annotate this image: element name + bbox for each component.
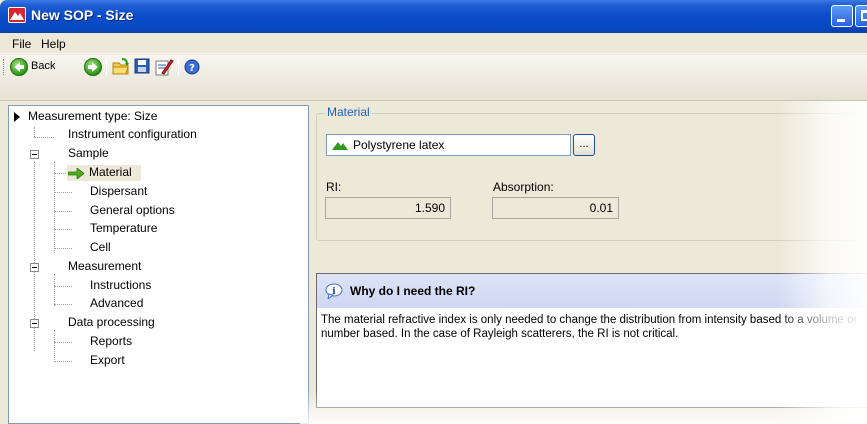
tree-root-label: Measurement type: Size — [28, 109, 158, 123]
material-icon — [332, 142, 348, 150]
menu-bar: File Help — [0, 33, 867, 54]
tree-item-label: Export — [90, 353, 125, 367]
help-header: i Why do I need the RI? — [317, 274, 867, 308]
current-arrow-icon — [68, 168, 84, 179]
forward-button[interactable] — [83, 57, 103, 77]
help-text: The material refractive index is only ne… — [321, 314, 858, 340]
tree-item-label: Instrument configuration — [68, 127, 197, 141]
menu-help[interactable]: Help — [41, 37, 66, 51]
absorption-field: 0.01 — [492, 197, 619, 219]
tree-item-material[interactable]: Material — [9, 164, 299, 182]
tree-item-advanced[interactable]: Advanced — [9, 295, 299, 313]
maximize-button[interactable] — [855, 5, 867, 27]
back-icon — [10, 58, 28, 76]
material-group: Material Polystyrene latex ... RI: 1.590… — [316, 105, 867, 241]
material-field[interactable]: Polystyrene latex — [326, 134, 571, 156]
svg-text:i: i — [332, 287, 336, 297]
tree-item-temperature[interactable]: Temperature — [9, 220, 299, 238]
minimize-button[interactable] — [831, 5, 853, 27]
app-logo-icon — [8, 7, 26, 23]
help-icon: ? — [184, 59, 200, 75]
tree-item-instructions[interactable]: Instructions — [9, 277, 299, 295]
save-icon — [134, 58, 150, 74]
collapse-icon[interactable] — [30, 319, 39, 328]
toolbar-grip[interactable] — [3, 59, 6, 75]
tree-item-export[interactable]: Export — [9, 352, 299, 370]
tree-item-label: Data processing — [68, 315, 155, 329]
info-bubble-icon: i — [325, 283, 343, 299]
tree-item-label: Advanced — [90, 296, 144, 310]
minimize-icon — [837, 19, 845, 22]
tree-item-label: Cell — [90, 240, 111, 254]
tree-root[interactable]: Measurement type: Size — [11, 108, 301, 126]
tree-item-instrument-configuration[interactable]: Instrument configuration — [9, 126, 299, 144]
material-value: Polystyrene latex — [353, 138, 445, 152]
open-folder-icon — [112, 58, 129, 75]
tree-item-cell[interactable]: Cell — [9, 239, 299, 257]
help-title: Why do I need the RI? — [350, 284, 476, 298]
back-button[interactable]: Back — [9, 57, 67, 77]
tree-item-measurement[interactable]: Measurement — [9, 258, 299, 276]
tree-item-label: Dispersant — [90, 184, 148, 198]
ri-label: RI: — [326, 180, 342, 194]
ri-field: 1.590 — [325, 197, 451, 219]
forward-icon — [84, 58, 102, 76]
collapse-icon[interactable] — [30, 263, 39, 272]
tree-item-general-options[interactable]: General options — [9, 202, 299, 220]
maximize-icon — [861, 10, 867, 21]
collapse-icon[interactable] — [30, 150, 39, 159]
material-group-label: Material — [325, 105, 372, 119]
tree-item-data-processing[interactable]: Data processing — [9, 314, 299, 332]
back-label: Back — [31, 60, 56, 72]
open-button[interactable] — [111, 57, 131, 77]
tree-item-label: Measurement — [68, 259, 142, 273]
tree-item-label: Material — [89, 165, 132, 179]
title-bar[interactable]: New SOP - Size — [0, 0, 867, 33]
menu-file[interactable]: File — [12, 37, 31, 51]
help-button[interactable]: ? — [183, 57, 201, 77]
tree-item-label: Sample — [68, 146, 109, 160]
tree-item-reports[interactable]: Reports — [9, 333, 299, 351]
browse-material-button[interactable]: ... — [573, 134, 595, 156]
tree-item-label: General options — [90, 203, 175, 217]
toolbar-separator — [178, 59, 179, 75]
window-title: New SOP - Size — [31, 7, 134, 23]
navigation-tree: Measurement type: Size Instrument config… — [8, 105, 309, 424]
toolbar: Back ? — [0, 55, 867, 101]
save-button[interactable] — [134, 57, 152, 77]
expand-triangle-icon — [14, 112, 20, 122]
tree-item-label: Instructions — [90, 278, 152, 292]
tree-item-label: Temperature — [90, 221, 158, 235]
help-panel: i Why do I need the RI? The material ref… — [316, 273, 867, 408]
app-window: New SOP - Size File Help Back ? Measurem… — [0, 0, 867, 424]
settings-pane: Material Polystyrene latex ... RI: 1.590… — [313, 101, 867, 424]
tree-item-dispersant[interactable]: Dispersant — [9, 183, 299, 201]
svg-text:?: ? — [189, 63, 195, 74]
absorption-label: Absorption: — [493, 180, 554, 194]
tree-item-label: Reports — [90, 334, 133, 348]
tree-item-sample[interactable]: Sample — [9, 145, 299, 163]
edit-icon — [155, 59, 174, 76]
edit-button[interactable] — [154, 57, 174, 77]
toolbar-separator — [106, 59, 107, 75]
